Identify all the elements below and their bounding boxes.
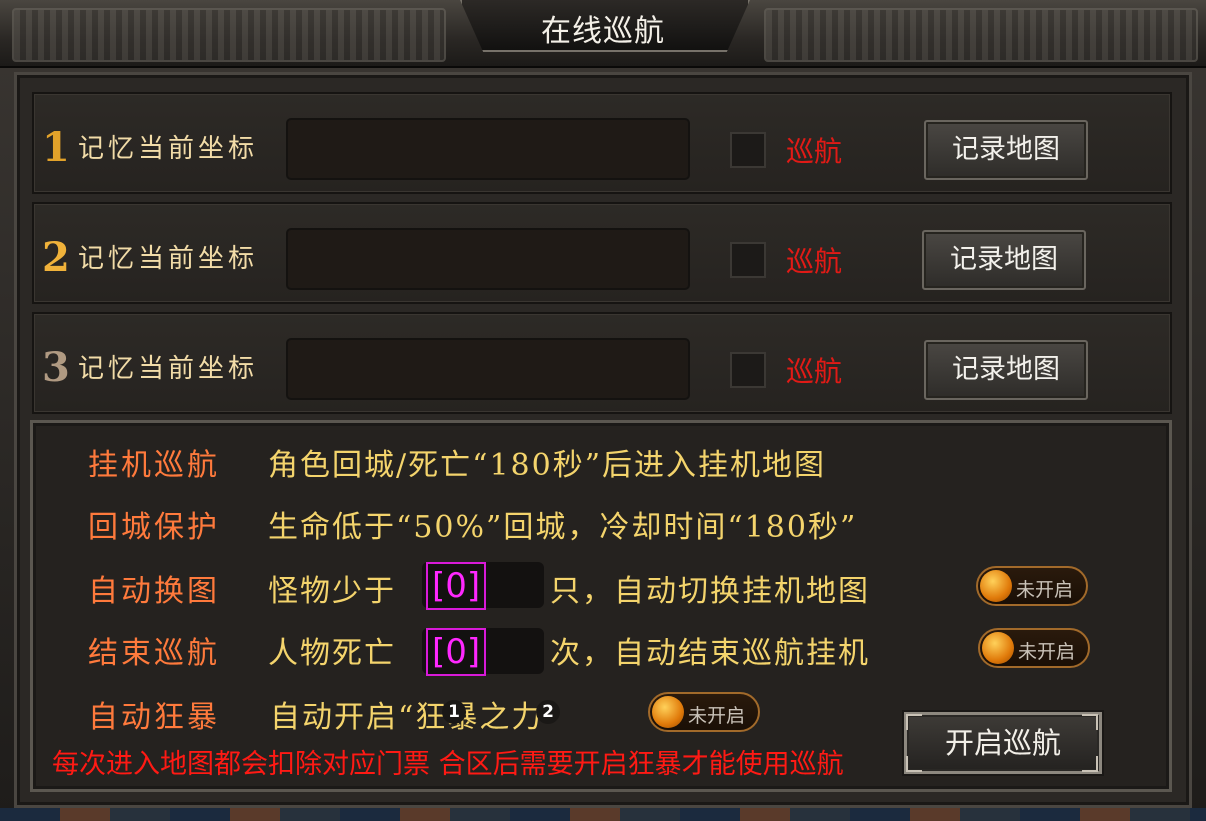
cruise-label: 巡航 (786, 245, 843, 278)
record-map-button[interactable]: 记录地图 (924, 340, 1088, 400)
start-cruise-button[interactable]: 开启巡航 (904, 712, 1102, 774)
window-title: 在线巡航 (541, 14, 665, 49)
title-bar: 在线巡航 (0, 0, 1206, 68)
auto-switch-prefix: 怪物少于 (268, 574, 396, 609)
coordinate-field[interactable] (286, 118, 690, 180)
monster-count-input[interactable]: [0] (422, 562, 544, 610)
end-cruise-toggle[interactable]: 未开启 (978, 628, 1090, 668)
end-cruise-label: 结束巡航 (88, 636, 220, 671)
end-cruise-prefix: 人物死亡 (268, 636, 396, 671)
cruise-checkbox[interactable] (730, 242, 766, 278)
notice-text: 每次进入地图都会扣除对应门票 合区后需要开启狂暴才能使用巡航 (52, 749, 844, 780)
waypoint-row-2: 2 记忆当前坐标 巡航 记录地图 (32, 202, 1172, 304)
row-number: 1 (42, 124, 70, 171)
cruise-window: 在线巡航 1 记忆当前坐标 巡航 记录地图 2 记忆当前坐标 巡航 记录地图 3… (0, 0, 1206, 821)
corner-ornament (1082, 756, 1098, 772)
cruise-label: 巡航 (786, 355, 843, 388)
end-cruise-suffix: 次，自动结束巡航挂机 (550, 636, 870, 671)
row-number: 2 (42, 234, 70, 281)
corner-ornament (906, 756, 922, 772)
overlay-badge-2: 2 (536, 700, 560, 724)
hangup-label: 挂机巡航 (88, 448, 220, 483)
return-protect-text: 生命低于“50%”回城，冷却时间“180秒” (268, 510, 858, 545)
toggle-label: 未开启 (688, 705, 746, 727)
dragon-ornament-left (12, 8, 446, 62)
corner-ornament (906, 714, 922, 730)
cruise-label: 巡航 (786, 135, 843, 168)
overlay-badge-1: 1 (442, 700, 466, 724)
cruise-checkbox[interactable] (730, 352, 766, 388)
toggle-label: 未开启 (1016, 579, 1074, 601)
waypoint-row-3: 3 记忆当前坐标 巡航 记录地图 (32, 312, 1172, 414)
toggle-knob-icon (982, 632, 1014, 664)
death-count-input[interactable]: [0] (422, 628, 544, 676)
waypoint-row-1: 1 记忆当前坐标 巡航 记录地图 (32, 92, 1172, 194)
auto-switch-toggle[interactable]: 未开启 (976, 566, 1088, 606)
row-label: 记忆当前坐标 (78, 134, 259, 164)
row-number: 3 (42, 344, 70, 391)
row-label: 记忆当前坐标 (78, 354, 259, 384)
auto-berserk-label: 自动狂暴 (88, 700, 220, 735)
record-map-button[interactable]: 记录地图 (922, 230, 1086, 290)
monster-count-value: [0] (426, 562, 487, 610)
corner-ornament (1082, 714, 1098, 730)
record-map-button[interactable]: 记录地图 (924, 120, 1088, 180)
auto-switch-suffix: 只，自动切换挂机地图 (550, 574, 870, 609)
cruise-checkbox[interactable] (730, 132, 766, 168)
coordinate-field[interactable] (286, 338, 690, 400)
toggle-label: 未开启 (1018, 641, 1076, 663)
toggle-knob-icon (980, 570, 1012, 602)
auto-switch-label: 自动换图 (88, 574, 220, 609)
auto-berserk-toggle[interactable]: 未开启 (648, 692, 760, 732)
row-label: 记忆当前坐标 (78, 244, 259, 274)
dragon-ornament-right (764, 8, 1198, 62)
hangup-text: 角色回城/死亡“180秒”后进入挂机地图 (268, 448, 827, 483)
background-strip (0, 808, 1206, 821)
auto-berserk-text: 自动开启“狂暴之力” (270, 700, 561, 735)
coordinate-field[interactable] (286, 228, 690, 290)
return-protect-label: 回城保护 (88, 510, 220, 545)
death-count-value: [0] (426, 628, 487, 676)
toggle-knob-icon (652, 696, 684, 728)
